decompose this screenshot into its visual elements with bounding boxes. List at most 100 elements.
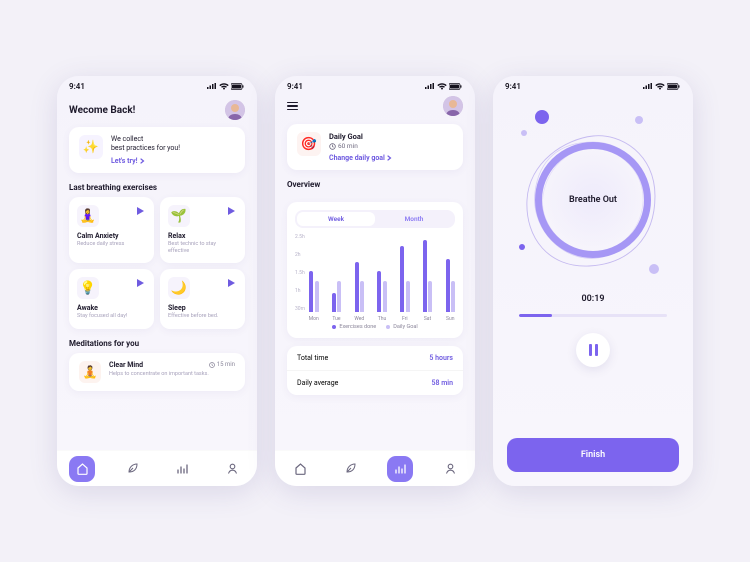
avatar[interactable] <box>225 100 245 120</box>
battery-icon <box>667 83 681 90</box>
nav-home[interactable] <box>287 456 313 482</box>
bar-group: Tue <box>332 281 342 312</box>
exercise-card[interactable]: 🧘‍♀️ Calm Anxiety Reduce daily stress <box>69 197 154 263</box>
play-button[interactable] <box>225 277 237 289</box>
wifi-icon <box>655 83 665 90</box>
exercise-grid: 🧘‍♀️ Calm Anxiety Reduce daily stress 🌱 … <box>69 197 245 328</box>
breathe-area: Breathe Out 00:19 <box>493 94 693 420</box>
chart-bars: Mon Tue Wed Thu Fri Sat Sun <box>309 234 455 322</box>
breathing-section-label: Last breathing exercises <box>69 183 245 192</box>
nav-stats[interactable] <box>387 456 413 482</box>
nav-home[interactable] <box>69 456 95 482</box>
meditation-card[interactable]: 🧘 Clear Mind 15 min Helps to concentrate… <box>69 353 245 391</box>
status-bar: 9:41 <box>275 76 475 94</box>
status-bar: 9:41 <box>493 76 693 94</box>
seg-month[interactable]: Month <box>375 212 453 226</box>
overview-label: Overview <box>287 180 475 189</box>
exercise-title: Calm Anxiety <box>77 232 146 240</box>
nav-user[interactable] <box>219 456 245 482</box>
pause-button[interactable] <box>576 333 610 367</box>
meditation-title: Clear Mind <box>109 361 143 369</box>
meditation-sub: Helps to concentrate on important tasks. <box>109 371 235 377</box>
change-goal-link[interactable]: Change daily goal <box>329 154 392 162</box>
progress-bar[interactable] <box>519 314 667 317</box>
nav-leaf[interactable] <box>337 456 363 482</box>
chevron-right-icon <box>387 155 392 161</box>
play-button[interactable] <box>134 277 146 289</box>
status-time: 9:41 <box>69 82 85 91</box>
bar-label: Thu <box>378 316 387 322</box>
meditation-duration: 15 min <box>209 361 235 368</box>
meditations-section-label: Meditations for you <box>69 339 245 348</box>
bar-group: Wed <box>355 262 365 312</box>
bar-group: Thu <box>377 271 387 312</box>
nav-user[interactable] <box>437 456 463 482</box>
avatar[interactable] <box>443 96 463 116</box>
chart-legend: Exercises done Daily Goal <box>295 324 455 330</box>
timer: 00:19 <box>581 294 604 304</box>
exercise-title: Relax <box>168 232 237 240</box>
leaf-icon <box>126 462 139 475</box>
stat-label: Daily average <box>297 379 338 387</box>
bar-group: Sun <box>446 259 456 312</box>
finish-button[interactable]: Finish <box>507 438 679 472</box>
stats-card: Total time5 hoursDaily average58 min <box>287 346 463 395</box>
battery-icon <box>231 83 245 90</box>
exercise-sub: Stay focused all day! <box>77 313 146 320</box>
user-icon <box>226 462 239 475</box>
exercise-icon: 🌙 <box>168 277 190 299</box>
exercise-card[interactable]: 💡 Awake Stay focused all day! <box>69 269 154 328</box>
legend-done: Exercises done <box>332 324 376 330</box>
wifi-icon <box>437 83 447 90</box>
home-icon <box>76 462 89 475</box>
period-segmented[interactable]: Week Month <box>295 210 455 228</box>
seg-week[interactable]: Week <box>297 212 375 226</box>
bar-label: Sun <box>446 316 455 322</box>
legend-goal: Daily Goal <box>386 324 417 330</box>
chevron-right-icon <box>140 158 145 164</box>
collect-cta[interactable]: Let's try! <box>111 157 180 165</box>
exercise-icon: 💡 <box>77 277 99 299</box>
bar-label: Sat <box>424 316 431 322</box>
stat-row: Total time5 hours <box>287 346 463 370</box>
exercise-sub: Effective before bed. <box>168 313 237 320</box>
bottom-nav <box>275 450 475 486</box>
exercise-card[interactable]: 🌙 Sleep Effective before bed. <box>160 269 245 328</box>
status-indicators <box>207 83 245 90</box>
bar-label: Tue <box>332 316 340 322</box>
collect-card[interactable]: ✨ We collect best practices for you! Let… <box>69 127 245 173</box>
exercise-sub: Best technic to stay effective <box>168 241 237 255</box>
home-icon <box>294 462 307 475</box>
bar-label: Fri <box>402 316 408 322</box>
signal-icon <box>643 83 653 90</box>
stats-icon <box>176 462 189 475</box>
wifi-icon <box>219 83 229 90</box>
overview-card: Week Month 2.5h2h1.5h1h30m Mon Tue Wed T… <box>287 202 463 338</box>
breathe-circle: Breathe Out <box>535 142 651 258</box>
stats-screen: 9:41 🎯 Daily Goal 60 min Change daily go… <box>275 76 475 486</box>
play-button[interactable] <box>225 205 237 217</box>
nav-stats[interactable] <box>169 456 195 482</box>
clock-icon <box>329 143 336 150</box>
goal-duration: 60 min <box>329 142 392 150</box>
stat-row: Daily average58 min <box>287 370 463 395</box>
exercise-icon: 🧘‍♀️ <box>77 205 99 227</box>
exercise-title: Sleep <box>168 304 237 312</box>
bar-label: Mon <box>309 316 319 322</box>
play-button[interactable] <box>134 205 146 217</box>
daily-goal-card: 🎯 Daily Goal 60 min Change daily goal <box>287 124 463 170</box>
nav-leaf[interactable] <box>119 456 145 482</box>
user-icon <box>444 462 457 475</box>
menu-button[interactable] <box>287 102 298 110</box>
sparkles-icon: ✨ <box>79 135 103 159</box>
exercise-card[interactable]: 🌱 Relax Best technic to stay effective <box>160 197 245 263</box>
collect-text: We collect best practices for you! <box>111 135 180 153</box>
stat-label: Total time <box>297 354 328 362</box>
bar-group: Mon <box>309 271 319 312</box>
status-time: 9:41 <box>505 82 521 91</box>
bar-group: Sat <box>423 240 433 312</box>
stats-icon <box>394 462 407 475</box>
target-icon: 🎯 <box>297 132 321 156</box>
meditation-icon: 🧘 <box>79 361 101 383</box>
chart-yaxis: 2.5h2h1.5h1h30m <box>295 234 309 322</box>
